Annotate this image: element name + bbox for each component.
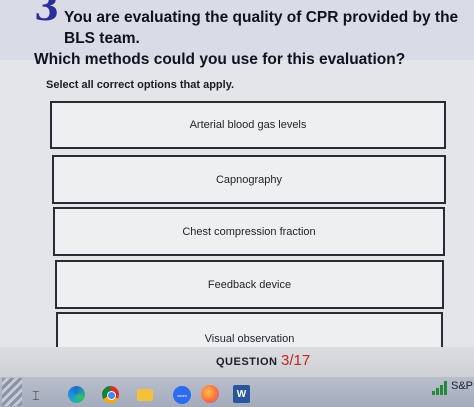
question-counter: QUESTION 3/17 [216, 352, 310, 369]
option-label: Feedback device [207, 278, 292, 291]
word-icon[interactable]: W [233, 385, 250, 403]
question-label: QUESTION [216, 356, 278, 368]
question-line-1: You are evaluating the quality of CPR pr… [64, 9, 459, 47]
question-line-2: Which methods could you use for this eva… [34, 51, 406, 68]
chrome-icon[interactable] [102, 386, 119, 403]
cursor-icon[interactable]: ⌶ [32, 389, 40, 404]
question-text: You are evaluating the quality of CPR pr… [34, 7, 474, 70]
option-label: Capnography [215, 173, 283, 186]
option-feedback-device[interactable]: Feedback device [55, 260, 444, 309]
tray-label: S&P [451, 380, 474, 392]
option-arterial-blood-gas[interactable]: Arterial blood gas levels [50, 101, 446, 149]
option-capnography[interactable]: Capnography [52, 155, 446, 204]
signal-icon [432, 381, 448, 395]
option-label: Chest compression fraction [182, 225, 316, 238]
zoom-icon[interactable]: zoom [173, 386, 191, 404]
option-chest-compression-fraction[interactable]: Chest compression fraction [53, 207, 445, 256]
total-questions: /17 [289, 352, 311, 369]
instruction-text: Select all correct options that apply. [46, 79, 235, 91]
firefox-icon[interactable] [201, 385, 219, 403]
edge-icon[interactable] [68, 386, 85, 403]
files-icon[interactable] [137, 389, 153, 401]
option-label: Arterial blood gas levels [189, 119, 307, 131]
option-label: Visual observation [204, 333, 295, 345]
option-visual-observation[interactable]: Visual observation [56, 312, 443, 347]
taskbar-grip-icon [2, 378, 22, 406]
